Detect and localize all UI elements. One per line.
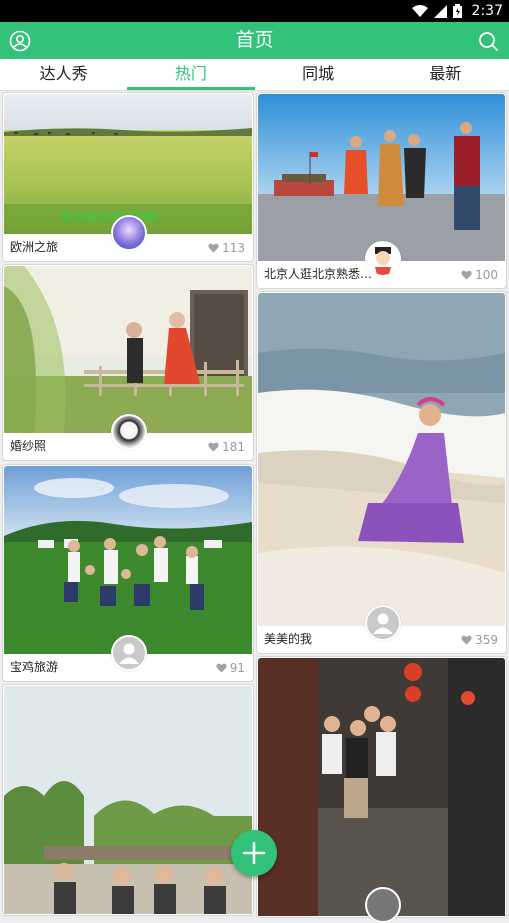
status-time: 2:37 — [471, 3, 503, 19]
likes-count: 359 — [461, 633, 498, 647]
photo-europe-grassland: 欧洲旅游游记加精 — [4, 94, 252, 234]
user-silhouette-icon — [373, 613, 393, 634]
page-title: 首页 — [235, 29, 274, 51]
signal-icon — [433, 4, 447, 18]
feed-card[interactable] — [2, 684, 254, 916]
likes-value: 181 — [222, 440, 245, 454]
likes-count: 100 — [461, 268, 498, 282]
likes-count: 181 — [208, 440, 245, 454]
likes-value: 113 — [222, 241, 245, 255]
likes-count: 91 — [216, 661, 245, 675]
card-title: 欧洲之旅 — [10, 240, 59, 254]
heart-icon — [208, 243, 219, 253]
battery-icon — [452, 4, 462, 18]
app-bar: 首页 — [0, 22, 509, 59]
feed-card[interactable]: 宝鸡旅游 91 — [2, 464, 254, 682]
likes-count: 113 — [208, 241, 245, 255]
plus-icon — [242, 841, 266, 865]
likes-value: 359 — [475, 633, 498, 647]
heart-icon — [461, 635, 472, 645]
likes-value: 91 — [229, 661, 245, 675]
feed-card[interactable]: 欧洲旅游游记加精 欧洲之旅 113 — [2, 92, 254, 262]
photo-beach — [258, 293, 505, 626]
photo-park-group — [4, 686, 252, 914]
avatar-default[interactable] — [111, 635, 147, 671]
status-bar: 2:37 — [0, 0, 509, 22]
heart-icon — [461, 270, 472, 280]
feed-card[interactable] — [256, 656, 507, 923]
heart-icon — [208, 442, 219, 452]
search-icon[interactable] — [476, 29, 500, 53]
tab-same-city[interactable]: 同城 — [255, 59, 382, 90]
tab-popular[interactable]: 热门 — [127, 59, 255, 90]
photo-street-night — [258, 658, 505, 916]
photo-beijing-tiananmen — [258, 94, 505, 261]
photo-wedding — [4, 266, 252, 433]
heart-icon — [216, 663, 227, 673]
feed-card[interactable]: 婚纱照 181 — [2, 264, 254, 461]
card-title: 美美的我 — [264, 632, 313, 646]
avatar[interactable] — [111, 414, 147, 450]
card-title: 婚纱照 — [10, 439, 47, 453]
avatar[interactable] — [111, 215, 147, 251]
tab-bar: 达人秀 热门 同城 最新 — [0, 59, 509, 90]
card-title: 北京人逛北京熟悉… — [264, 267, 373, 281]
wifi-icon — [411, 5, 428, 17]
tab-divider — [0, 90, 509, 91]
feed-card[interactable]: 北京人逛北京熟悉… 100 — [256, 92, 507, 289]
tab-latest[interactable]: 最新 — [382, 59, 509, 90]
feed-card[interactable]: 美美的我 359 — [256, 291, 507, 654]
avatar-default[interactable] — [365, 605, 401, 641]
photo-group-travel — [4, 466, 252, 654]
add-post-button[interactable] — [231, 830, 277, 876]
likes-value: 100 — [475, 268, 498, 282]
card-title: 宝鸡旅游 — [10, 660, 59, 674]
user-silhouette-icon — [119, 643, 139, 664]
tab-talent-show[interactable]: 达人秀 — [0, 59, 127, 90]
avatar[interactable] — [365, 887, 401, 923]
